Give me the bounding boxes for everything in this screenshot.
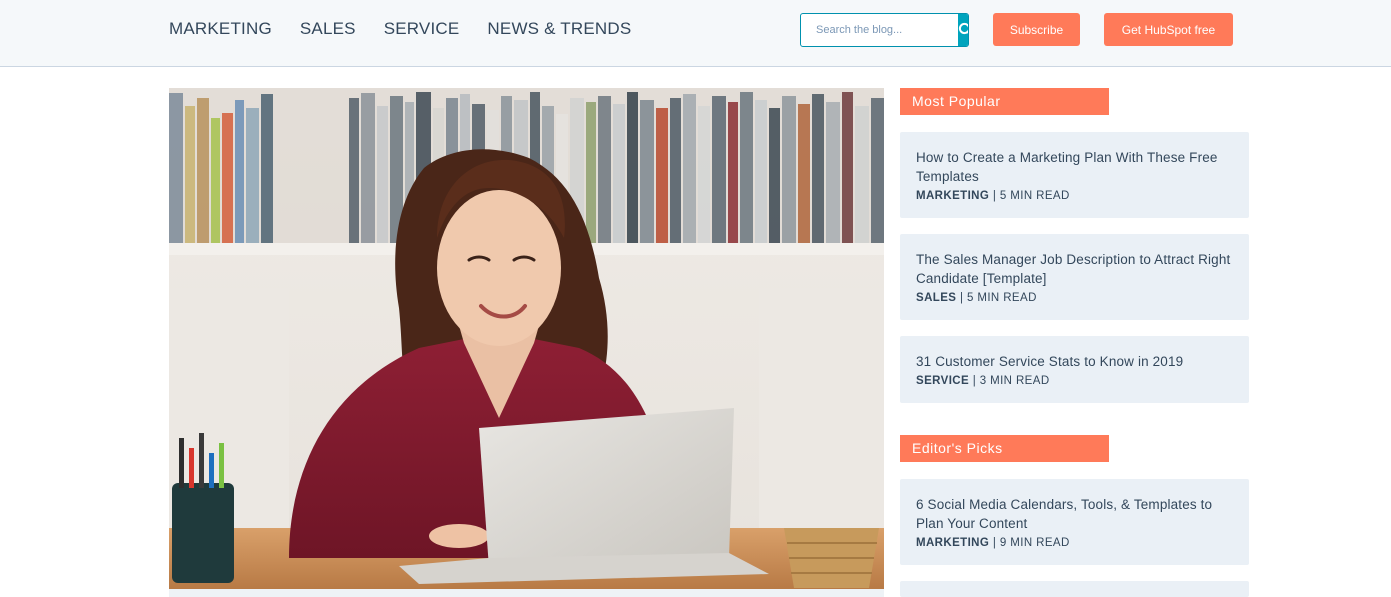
- nav-item-service[interactable]: SERVICE: [384, 19, 460, 39]
- read-time: 5 MIN READ: [999, 190, 1070, 202]
- post-title[interactable]: 6 Social Media Calendars, Tools, & Templ…: [916, 495, 1233, 533]
- meta-separator: |: [972, 375, 977, 387]
- popular-post-1[interactable]: How to Create a Marketing Plan With Thes…: [900, 132, 1249, 218]
- popular-post-2[interactable]: The Sales Manager Job Description to Att…: [900, 234, 1249, 320]
- search-icon: [958, 22, 968, 35]
- hero-image[interactable]: [169, 88, 884, 589]
- read-time: 5 MIN READ: [966, 292, 1037, 304]
- popular-post-3[interactable]: 31 Customer Service Stats to Know in 201…: [900, 336, 1249, 403]
- post-topic-tag[interactable]: MARKETING: [916, 190, 989, 202]
- editors-pick-post-1[interactable]: 6 Social Media Calendars, Tools, & Templ…: [900, 479, 1249, 565]
- post-title[interactable]: The Sales Manager Job Description to Att…: [916, 250, 1233, 288]
- read-time: 3 MIN READ: [979, 375, 1050, 387]
- search-input[interactable]: [801, 14, 958, 46]
- subscribe-button[interactable]: Subscribe: [993, 13, 1080, 46]
- nav-item-news-trends[interactable]: NEWS & TRENDS: [487, 19, 631, 39]
- blog-search: [800, 13, 969, 47]
- post-meta: MARKETING | 5 MIN READ: [916, 190, 1233, 202]
- post-meta: MARKETING | 9 MIN READ: [916, 537, 1233, 549]
- post-topic-tag[interactable]: MARKETING: [916, 537, 989, 549]
- post-title[interactable]: 31 Customer Service Stats to Know in 201…: [916, 352, 1233, 371]
- get-hubspot-free-button[interactable]: Get HubSpot free: [1104, 13, 1233, 46]
- editors-pick-post-2[interactable]: [900, 581, 1249, 597]
- top-navigation-bar: MARKETING SALES SERVICE NEWS & TRENDS Su…: [0, 0, 1391, 67]
- main-nav: MARKETING SALES SERVICE NEWS & TRENDS: [169, 19, 659, 39]
- hero-caption-strip: [169, 589, 884, 597]
- editors-picks-label: Editor's Picks: [900, 435, 1109, 462]
- read-time: 9 MIN READ: [999, 537, 1070, 549]
- post-topic-tag[interactable]: SERVICE: [916, 375, 969, 387]
- woman-with-laptop-photo: [169, 88, 884, 589]
- meta-separator: |: [959, 292, 964, 304]
- nav-item-marketing[interactable]: MARKETING: [169, 19, 272, 39]
- search-button[interactable]: [958, 14, 968, 46]
- post-meta: SERVICE | 3 MIN READ: [916, 375, 1233, 387]
- meta-separator: |: [992, 190, 997, 202]
- post-title[interactable]: How to Create a Marketing Plan With Thes…: [916, 148, 1233, 186]
- most-popular-label: Most Popular: [900, 88, 1109, 115]
- nav-item-sales[interactable]: SALES: [300, 19, 356, 39]
- meta-separator: |: [992, 537, 997, 549]
- post-meta: SALES | 5 MIN READ: [916, 292, 1233, 304]
- post-topic-tag[interactable]: SALES: [916, 292, 956, 304]
